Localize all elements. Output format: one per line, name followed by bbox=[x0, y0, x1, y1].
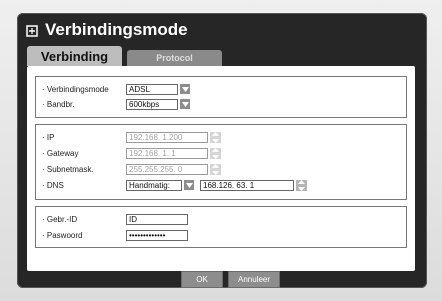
user-id-label: · Gebr.-ID bbox=[42, 214, 78, 224]
password-input[interactable]: ••••••••••••• bbox=[126, 229, 188, 241]
subnet-label: · Subnetmask. bbox=[42, 164, 94, 174]
dns-field[interactable]: 168.126. 63. 1 bbox=[200, 179, 294, 191]
dns-row: · DNS Handmatig: 168.126. 63. 1 bbox=[42, 178, 307, 192]
dns-label: · DNS bbox=[42, 180, 64, 190]
mode-dropdown-arrow[interactable] bbox=[180, 84, 190, 94]
mode-select[interactable]: ADSL bbox=[126, 83, 178, 95]
password-row: · Paswoord ••••••••••••• bbox=[42, 228, 188, 242]
chevron-down-icon bbox=[181, 101, 189, 107]
dns-mode-dropdown-arrow[interactable] bbox=[184, 180, 194, 190]
settings-panel: · Verbindingsmode ADSL · Bandbr. 600kbps… bbox=[27, 66, 415, 271]
gateway-label: · Gateway bbox=[42, 148, 79, 158]
mode-row: · Verbindingsmode ADSL bbox=[42, 82, 190, 96]
user-id-input[interactable]: ID bbox=[126, 213, 188, 225]
button-bar: OK Annuleer bbox=[17, 271, 427, 288]
dns-spinner[interactable] bbox=[296, 179, 307, 191]
ip-label: · IP bbox=[42, 132, 55, 142]
gateway-field[interactable]: 192.168. 1. 1 bbox=[126, 147, 208, 159]
dns-mode-select[interactable]: Handmatig: bbox=[126, 179, 182, 191]
chevron-down-icon bbox=[185, 182, 193, 188]
up-down-arrow-icon bbox=[212, 163, 219, 175]
password-label: · Paswoord bbox=[42, 230, 83, 240]
ip-field[interactable]: 192.168. 1.200 bbox=[126, 131, 208, 143]
up-down-arrow-icon bbox=[212, 147, 219, 159]
up-down-arrow-icon bbox=[298, 179, 305, 191]
window-title-bar: Verbindingsmode bbox=[25, 15, 188, 45]
window-title: Verbindingsmode bbox=[45, 20, 188, 39]
login-group: · Gebr.-ID ID · Paswoord ••••••••••••• bbox=[35, 206, 407, 248]
ip-spinner[interactable] bbox=[210, 131, 221, 143]
bandwidth-label: · Bandbr. bbox=[42, 99, 75, 109]
network-group: · IP 192.168. 1.200 · Gateway 192.168. 1… bbox=[35, 124, 407, 200]
mode-label: · Verbindingsmode bbox=[42, 84, 109, 94]
up-down-arrow-icon bbox=[212, 131, 219, 143]
subnet-field[interactable]: 255.255.255. 0 bbox=[126, 163, 208, 175]
bandwidth-dropdown-arrow[interactable] bbox=[180, 99, 190, 109]
background: Verbindingsmode Verbinding Protocol · Ve… bbox=[0, 0, 442, 301]
bandwidth-select[interactable]: 600kbps bbox=[126, 98, 178, 110]
connection-group: · Verbindingsmode ADSL · Bandbr. 600kbps bbox=[35, 76, 407, 118]
gateway-spinner[interactable] bbox=[210, 147, 221, 159]
cancel-button[interactable]: Annuleer bbox=[228, 271, 280, 288]
ip-row: · IP 192.168. 1.200 bbox=[42, 130, 221, 144]
bandwidth-row: · Bandbr. 600kbps bbox=[42, 97, 190, 111]
gateway-row: · Gateway 192.168. 1. 1 bbox=[42, 146, 221, 160]
subnet-spinner[interactable] bbox=[210, 163, 221, 175]
tab-protocol[interactable]: Protocol bbox=[127, 50, 222, 66]
ok-button[interactable]: OK bbox=[181, 271, 223, 288]
chevron-down-icon bbox=[181, 86, 189, 92]
tab-verbinding[interactable]: Verbinding bbox=[27, 46, 122, 66]
settings-window: Verbindingsmode Verbinding Protocol · Ve… bbox=[17, 13, 427, 288]
user-row: · Gebr.-ID ID bbox=[42, 212, 188, 226]
network-icon bbox=[25, 23, 39, 37]
subnet-row: · Subnetmask. 255.255.255. 0 bbox=[42, 162, 221, 176]
